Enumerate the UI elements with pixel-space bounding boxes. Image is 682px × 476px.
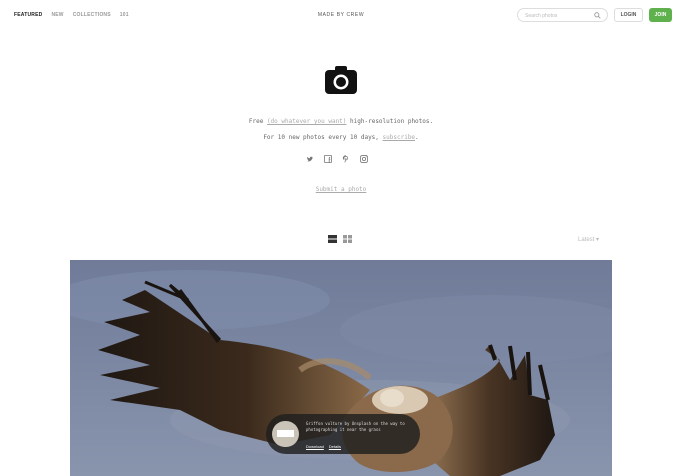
- featured-photo[interactable]: Griffon vulture by Unsplash on the way t…: [70, 260, 612, 476]
- sort-dropdown[interactable]: Latest ▾: [578, 236, 599, 243]
- join-button[interactable]: JOIN: [649, 8, 672, 22]
- submit-photo: Submit a photo: [0, 186, 682, 193]
- photo-credit-card: Griffon vulture by Unsplash on the way t…: [266, 414, 420, 454]
- photo-actions: Download Details: [306, 444, 341, 449]
- tagline-line-2: For 10 new photos every 10 days, subscri…: [0, 134, 682, 141]
- download-link[interactable]: Download: [306, 444, 324, 449]
- tagline-text: Free: [248, 118, 267, 125]
- instagram-icon[interactable]: [360, 155, 368, 163]
- details-link[interactable]: Details: [329, 444, 341, 449]
- license-link[interactable]: (do whatever you want): [267, 118, 346, 125]
- camera-icon: [325, 66, 357, 94]
- photo-credit-text: Griffon vulture by Unsplash on the way t…: [306, 421, 405, 432]
- pinterest-icon[interactable]: [342, 155, 350, 163]
- view-toggle: [328, 235, 352, 243]
- tagline-line-1: Free (do whatever you want) high-resolut…: [0, 118, 682, 125]
- login-button[interactable]: LOGIN: [614, 8, 643, 22]
- tagline-text: For 10 new photos every 10 days,: [263, 134, 383, 141]
- tagline-text: high-resolution photos.: [346, 118, 434, 125]
- facebook-icon[interactable]: [324, 155, 332, 163]
- tagline-text: .: [415, 134, 419, 141]
- photographer-avatar[interactable]: [272, 421, 299, 447]
- search-icon[interactable]: [594, 12, 601, 19]
- submit-photo-link[interactable]: Submit a photo: [316, 186, 367, 193]
- subscribe-link[interactable]: subscribe: [383, 134, 416, 141]
- search-input[interactable]: [525, 11, 595, 20]
- twitter-icon[interactable]: [306, 155, 314, 163]
- top-navbar: FEATURED NEW COLLECTIONS 101 MADE BY CRE…: [0, 0, 682, 30]
- list-view-icon[interactable]: [328, 235, 337, 243]
- search-box: [517, 8, 608, 22]
- grid-view-icon[interactable]: [343, 235, 352, 243]
- social-links: [306, 155, 368, 163]
